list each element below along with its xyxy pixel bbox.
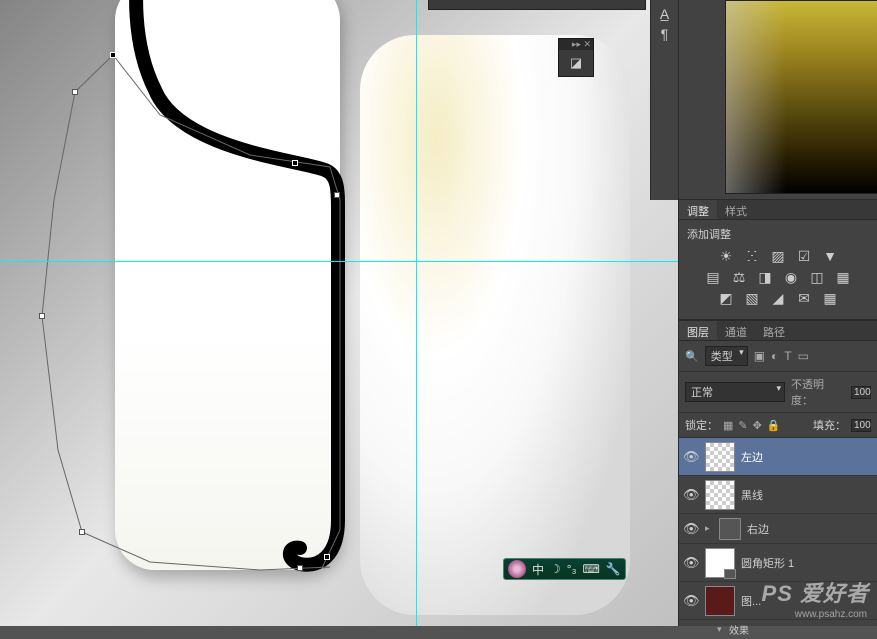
blend-mode-dropdown[interactable]: 正常 [685, 382, 785, 402]
exposure-icon[interactable]: ☑ [795, 248, 813, 265]
rounded-rect-left [115, 0, 340, 570]
paragraph-icon[interactable]: ¶ [651, 24, 678, 44]
ime-lang[interactable]: 中 [532, 561, 544, 578]
photofilter-icon[interactable]: ◫ [808, 269, 826, 286]
fill-label: 填充： [813, 417, 846, 433]
anchor-point[interactable] [39, 313, 45, 319]
visibility-icon[interactable]: 👁 [683, 521, 699, 537]
bw-icon[interactable]: ◉ [782, 269, 800, 286]
vibrance-icon[interactable]: ▤ [704, 269, 722, 286]
ime-logo-icon [508, 560, 526, 578]
anchor-point[interactable] [72, 89, 78, 95]
wrench-icon[interactable]: 🔧 [606, 562, 621, 576]
tab-styles[interactable]: 样式 [717, 200, 755, 219]
filter-pixel-icon[interactable]: ▣ [754, 349, 765, 363]
tab-paths[interactable]: 路径 [755, 321, 793, 340]
invert-icon[interactable]: ◩ [717, 290, 735, 307]
layer-thumb[interactable] [705, 586, 735, 616]
layer-thumb[interactable] [705, 548, 735, 578]
layer-name[interactable]: 黑线 [741, 487, 763, 503]
posterize-icon[interactable]: ▧ [743, 290, 761, 307]
tab-layers[interactable]: 图层 [679, 321, 717, 340]
collapsed-panel-strip[interactable]: A̲ ¶ [650, 0, 678, 200]
more-icon[interactable]: ▼ [821, 248, 839, 265]
gradmap-icon[interactable]: ✉ [795, 290, 813, 307]
chevron-right-icon[interactable]: ▸ [705, 523, 713, 534]
guide-vertical[interactable] [416, 0, 417, 626]
anchor-point[interactable] [334, 192, 340, 198]
mini-panel[interactable]: ▸▸ ✕ ◪ [558, 38, 594, 77]
character-panel-edge [428, 0, 646, 10]
guide-horizontal[interactable] [0, 261, 678, 262]
keyboard-icon[interactable]: ⌨ [582, 562, 599, 576]
lock-pixels-icon[interactable]: ✎ [738, 419, 747, 432]
adjust-row-3: ◩ ▧ ◢ ✉ ▦ [687, 290, 869, 307]
layer-name[interactable]: 圆角矩形 1 [741, 555, 794, 571]
rounded-rect-right [360, 35, 630, 615]
panel-icon[interactable]: ◪ [559, 50, 593, 76]
anchor-point[interactable] [324, 554, 330, 560]
tab-channels[interactable]: 通道 [717, 321, 755, 340]
anchor-point[interactable] [297, 565, 303, 571]
adjust-row-2: ▤ ⚖ ◨ ◉ ◫ ▦ [687, 269, 869, 286]
curves-icon[interactable]: ▨ [769, 248, 787, 265]
panels-column: 调整 样式 添加调整 ☀ ⵘ ▨ ☑ ▼ ▤ ⚖ ◨ ◉ ◫ ▦ ◩ ▧ [678, 0, 877, 626]
search-icon[interactable]: 🔍 [685, 350, 699, 363]
layer-row[interactable]: 👁 图... [679, 582, 877, 620]
layers-panel: 图层 通道 路径 🔍 类型 ▣ ◐ T ▭ 正常 不透明度： 100 锁定： ▦ [679, 320, 877, 639]
filter-shape-icon[interactable]: ▭ [798, 349, 809, 363]
layer-name[interactable]: 左边 [741, 449, 763, 465]
layer-row[interactable]: 👁 ▸ 右边 [679, 514, 877, 544]
folder-icon[interactable] [719, 518, 741, 540]
moon-icon[interactable]: ☽ [550, 562, 561, 576]
visibility-icon[interactable]: 👁 [683, 487, 699, 503]
fx-label: 效果 [729, 622, 749, 637]
filter-kind-dropdown[interactable]: 类型 [705, 346, 748, 366]
channelmixer-icon[interactable]: ▦ [834, 269, 852, 286]
close-icon[interactable]: ✕ [583, 39, 591, 49]
layer-row[interactable]: 👁 左边 [679, 438, 877, 476]
colorbalance-icon[interactable]: ◨ [756, 269, 774, 286]
layer-row[interactable]: 👁 圆角矩形 1 [679, 544, 877, 582]
color-panel [679, 0, 877, 200]
layer-thumb[interactable] [705, 480, 735, 510]
filter-adjust-icon[interactable]: ◐ [771, 349, 778, 363]
character-icon[interactable]: A̲ [651, 4, 678, 24]
lock-transparent-icon[interactable]: ▦ [723, 419, 733, 432]
visibility-icon[interactable]: 👁 [683, 593, 699, 609]
opacity-label: 不透明度： [791, 376, 845, 408]
ime-toolbar[interactable]: 中 ☽ °₃ ⌨ 🔧 [503, 558, 626, 580]
anchor-point[interactable] [292, 160, 298, 166]
visibility-icon[interactable]: 👁 [683, 555, 699, 571]
levels-icon[interactable]: ⵘ [743, 248, 761, 265]
layer-name[interactable]: 图... [741, 593, 761, 609]
adjust-row-1: ☀ ⵘ ▨ ☑ ▼ [687, 248, 869, 265]
threshold-icon[interactable]: ◢ [769, 290, 787, 307]
layer-name[interactable]: 右边 [747, 521, 769, 537]
collapse-icon[interactable]: ▸▸ [572, 39, 581, 49]
selcolor-icon[interactable]: ▦ [821, 290, 839, 307]
filter-type-icon[interactable]: T [784, 349, 791, 363]
lock-position-icon[interactable]: ✥ [753, 419, 762, 432]
brightness-icon[interactable]: ☀ [717, 248, 735, 265]
hue-icon[interactable]: ⚖ [730, 269, 748, 286]
layer-row[interactable]: 👁 黑线 [679, 476, 877, 514]
anchor-point[interactable] [110, 52, 116, 58]
fx-row[interactable]: ▾ 效果 [679, 620, 877, 639]
punct-icon[interactable]: °₃ [567, 562, 577, 576]
opacity-field[interactable]: 100 [851, 386, 871, 399]
color-field[interactable] [725, 0, 877, 194]
anchor-point[interactable] [79, 529, 85, 535]
canvas[interactable]: A̲ ¶ ▸▸ ✕ ◪ 中 ☽ °₃ ⌨ 🔧 [0, 0, 678, 626]
add-adjustment-label: 添加调整 [687, 226, 869, 242]
layer-thumb[interactable] [705, 442, 735, 472]
lock-all-icon[interactable]: 🔒 [767, 419, 781, 432]
adjustments-panel: 调整 样式 添加调整 ☀ ⵘ ▨ ☑ ▼ ▤ ⚖ ◨ ◉ ◫ ▦ ◩ ▧ [679, 200, 877, 320]
lock-label: 锁定： [685, 417, 718, 433]
visibility-icon[interactable]: 👁 [683, 449, 699, 465]
tab-adjustments[interactable]: 调整 [679, 200, 717, 219]
fill-field[interactable]: 100 [851, 419, 871, 432]
